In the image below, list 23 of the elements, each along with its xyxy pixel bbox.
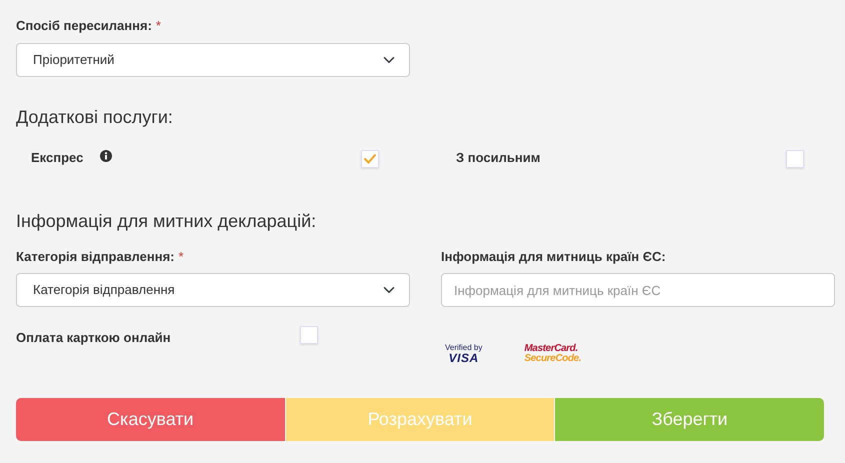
action-button[interactable]: Скасувати xyxy=(16,398,285,442)
required-mark: * xyxy=(156,17,161,35)
section-heading: Додаткові послуги: xyxy=(16,106,174,128)
logo-text: VISA xyxy=(448,352,479,364)
field-label: Спосіб пересилання: xyxy=(16,17,152,35)
field-label: Інформація для митниць країн ЄС: xyxy=(441,248,666,266)
logo-text: Verified by xyxy=(445,344,482,352)
required-mark: * xyxy=(178,248,184,266)
field-label: Категорія відправлення: xyxy=(16,248,174,266)
action-button[interactable]: Зберегти xyxy=(555,398,824,442)
logo-text: MasterCard. xyxy=(524,344,578,354)
checkbox[interactable] xyxy=(361,150,379,168)
text-input[interactable]: Інформація для митниць країн ЄС xyxy=(441,273,835,308)
section-heading: Інформація для митних декларацій: xyxy=(16,211,318,233)
dropdown[interactable]: Категорія відправлення xyxy=(16,273,410,308)
option-label: З посильним xyxy=(456,149,540,168)
logo-text: SecureCode. xyxy=(524,354,582,364)
dropdown[interactable]: Пріоритетний xyxy=(16,42,410,76)
checkbox[interactable] xyxy=(300,326,318,344)
option-label: Оплата карткою онлайн xyxy=(16,329,172,348)
option-label: Експрес xyxy=(31,149,84,168)
checkbox[interactable] xyxy=(786,150,804,168)
info-icon[interactable] xyxy=(100,150,112,162)
